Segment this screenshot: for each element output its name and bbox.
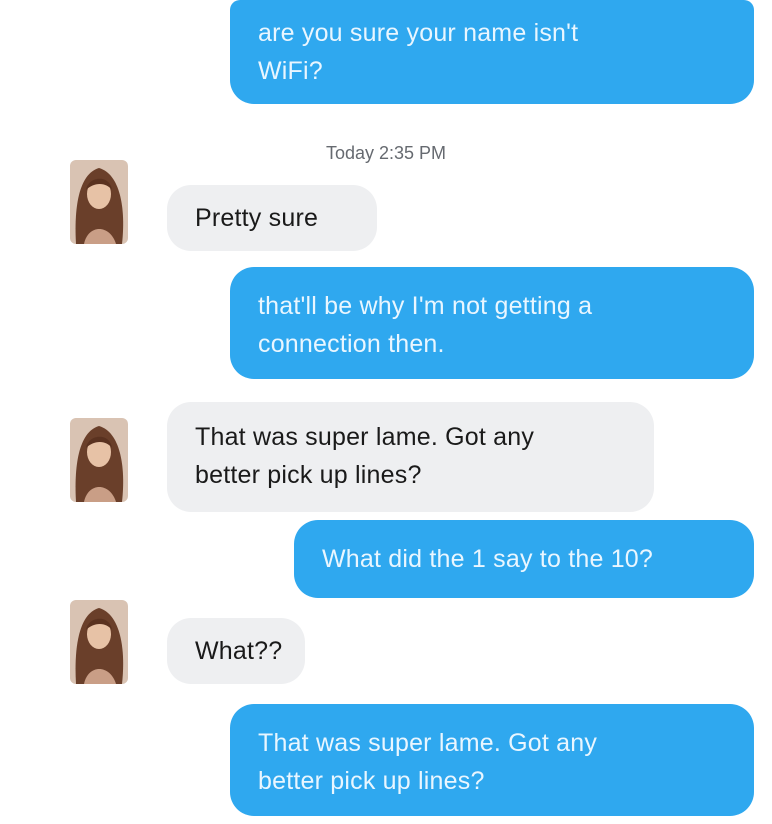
message-line: What??: [195, 637, 283, 665]
contact-avatar-icon[interactable]: [70, 160, 128, 244]
incoming-message-bubble[interactable]: What??: [167, 618, 305, 684]
outgoing-message-bubble[interactable]: What did the 1 say to the 10?: [294, 520, 754, 598]
message-line: are you sure your name isn't: [258, 19, 579, 47]
message-line: better pick up lines?: [258, 767, 485, 795]
message-line: That was super lame. Got any: [258, 729, 598, 757]
message-thread: are you sure your name isn't WiFi? Today…: [0, 0, 772, 824]
message-line: connection then.: [258, 330, 445, 358]
profile-photo-icon: [70, 418, 128, 502]
outgoing-message-bubble[interactable]: that'll be why I'm not getting a connect…: [230, 267, 754, 379]
outgoing-message-bubble[interactable]: are you sure your name isn't WiFi?: [230, 0, 754, 104]
profile-photo-icon: [70, 160, 128, 244]
incoming-message-bubble[interactable]: Pretty sure: [167, 185, 377, 251]
message-line: WiFi?: [258, 57, 323, 85]
message-line: Pretty sure: [195, 204, 319, 232]
profile-photo-icon: [70, 600, 128, 684]
message-line: What did the 1 say to the 10?: [322, 545, 654, 573]
message-line: better pick up lines?: [195, 461, 422, 489]
message-line: that'll be why I'm not getting a: [258, 292, 593, 320]
outgoing-message-bubble[interactable]: That was super lame. Got any better pick…: [230, 704, 754, 816]
contact-avatar-icon[interactable]: [70, 418, 128, 502]
contact-avatar-icon[interactable]: [70, 600, 128, 684]
incoming-message-bubble[interactable]: That was super lame. Got any better pick…: [167, 402, 654, 512]
message-line: That was super lame. Got any: [195, 423, 535, 451]
